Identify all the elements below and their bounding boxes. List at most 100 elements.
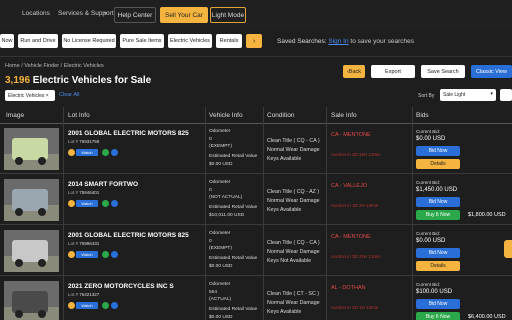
current-bid-value: $1,450.00 USD bbox=[416, 187, 458, 193]
odometer-label: Odometer bbox=[209, 180, 231, 185]
odometer-label: Odometer bbox=[209, 129, 231, 134]
star-icon bbox=[68, 149, 75, 156]
active-filter-tag[interactable]: Electric Vehicles × bbox=[5, 90, 55, 101]
vehicle-title-link[interactable]: 2001 GLOBAL ELECTRIC MOTORS 825 bbox=[68, 232, 189, 239]
sale-location-link[interactable]: CA - MENTONE bbox=[331, 132, 371, 138]
estimated-retail-value: $0.00 USD bbox=[209, 315, 233, 320]
nav-locations[interactable]: Locations bbox=[22, 10, 50, 17]
top-nav: Locations Services & Support ▾ Help Cent… bbox=[0, 0, 512, 30]
sign-in-link[interactable]: Sign In bbox=[328, 38, 348, 45]
keys-status: Keys Available bbox=[267, 207, 302, 213]
run-drive-icon bbox=[102, 149, 109, 156]
save-search-button[interactable]: Save Search bbox=[421, 65, 465, 78]
damage-type: Normal Wear Damage bbox=[267, 249, 320, 255]
watch-button[interactable]: Watch bbox=[76, 200, 98, 207]
sale-location-link[interactable]: AL - DOTHAN bbox=[331, 285, 366, 291]
buy-it-now-button[interactable]: Buy It Now bbox=[416, 210, 460, 220]
sort-by-value: Sale Light bbox=[443, 92, 466, 98]
auction-countdown: Auction in 1D 1H 13min bbox=[331, 305, 379, 310]
auction-countdown: Auction in 3D 22H 13min bbox=[331, 254, 381, 259]
lot-number: Lot # 75946401 bbox=[68, 190, 99, 195]
chip-now[interactable]: Now bbox=[0, 34, 14, 48]
lot-number: Lot # 75421327 bbox=[68, 292, 99, 297]
damage-type: Normal Wear Damage bbox=[267, 147, 320, 153]
vehicle-image[interactable] bbox=[4, 281, 59, 320]
current-bid-value: $100.00 USD bbox=[416, 289, 453, 295]
lot-label: Lot # bbox=[68, 241, 79, 246]
lot-number-value[interactable]: 75996431 bbox=[79, 241, 99, 246]
info-icon[interactable] bbox=[111, 149, 118, 156]
watch-button[interactable]: Watch bbox=[76, 302, 98, 309]
quick-filters: Now Run and Drive No License Required Pu… bbox=[0, 34, 512, 52]
breadcrumb[interactable]: Home / Vehicle Finder / Electric Vehicle… bbox=[5, 63, 104, 69]
buy-it-now-button[interactable]: Buy It Now bbox=[416, 312, 460, 320]
sale-location-link[interactable]: CA - MENTONE bbox=[331, 234, 371, 240]
keys-status: Keys Available bbox=[267, 156, 302, 162]
title-status: Clean Title ( CQ - AZ ) bbox=[267, 189, 320, 195]
info-icon[interactable] bbox=[111, 251, 118, 258]
saved-searches: Saved Searches: Sign In to save your sea… bbox=[277, 38, 414, 45]
odometer-status: (NOT ACTUAL) bbox=[209, 195, 243, 200]
estimated-retail-value: $0.00 USD bbox=[209, 264, 233, 269]
sell-your-car-button[interactable]: Sell Your Car bbox=[160, 7, 208, 23]
chip-rentals[interactable]: Rentals bbox=[216, 34, 242, 48]
bid-now-button[interactable]: Bid Now bbox=[416, 248, 460, 258]
vehicle-title-link[interactable]: 2021 ZERO MOTORCYCLES INC S bbox=[68, 283, 174, 290]
vehicle-photo bbox=[4, 230, 59, 272]
bid-now-button[interactable]: Bid Now bbox=[416, 146, 460, 156]
run-drive-icon bbox=[102, 302, 109, 309]
table-row: 2001 GLOBAL ELECTRIC MOTORS 825 Lot # 75… bbox=[0, 226, 512, 276]
sort-by-select[interactable]: Sale Light ▾ bbox=[440, 89, 496, 101]
bid-now-button[interactable]: Bid Now bbox=[416, 299, 460, 309]
col-lot-info: Lot Info bbox=[68, 112, 90, 119]
star-icon bbox=[68, 251, 75, 258]
lot-number-value[interactable]: 75946401 bbox=[79, 190, 99, 195]
chip-electric-vehicles[interactable]: Electric Vehicles bbox=[168, 34, 212, 48]
feedback-tab[interactable] bbox=[504, 240, 512, 258]
chevron-down-icon: ▾ bbox=[490, 91, 493, 97]
clear-all-link[interactable]: Clear All bbox=[59, 92, 79, 98]
chevron-down-icon: ▾ bbox=[104, 11, 108, 17]
info-icon[interactable] bbox=[111, 302, 118, 309]
chip-pure-sale-items[interactable]: Pure Sale Items bbox=[120, 34, 164, 48]
col-bids: Bids bbox=[416, 112, 429, 119]
col-vehicle-info: Vehicle Info bbox=[209, 112, 243, 119]
odometer-value: 0 bbox=[209, 137, 212, 142]
buy-now-price: $6,400.00 USD bbox=[468, 314, 506, 320]
vehicle-title-link[interactable]: 2014 SMART FORTWO bbox=[68, 181, 138, 188]
bid-now-button[interactable]: Bid Now bbox=[416, 197, 460, 207]
list-view-icon[interactable] bbox=[500, 89, 512, 101]
sale-location-link[interactable]: CA - VALLEJO bbox=[331, 183, 367, 189]
export-button[interactable]: Export bbox=[371, 65, 415, 78]
vehicle-image[interactable] bbox=[4, 128, 59, 170]
vehicle-image[interactable] bbox=[4, 230, 59, 272]
lot-number-value[interactable]: 75931759 bbox=[79, 139, 99, 144]
odometer-value: 564 bbox=[209, 290, 218, 295]
run-drive-icon bbox=[102, 200, 109, 207]
details-button[interactable]: Details bbox=[416, 159, 460, 169]
info-icon[interactable] bbox=[111, 200, 118, 207]
col-image: Image bbox=[6, 112, 25, 119]
lot-number: Lot # 75931759 bbox=[68, 139, 99, 144]
vehicle-image[interactable] bbox=[4, 179, 59, 221]
back-button[interactable]: ‹ Back bbox=[343, 65, 365, 78]
damage-type: Normal Wear Damage bbox=[267, 300, 320, 306]
chip-no-license-required[interactable]: No License Required bbox=[62, 34, 116, 48]
estimated-retail-label: Estimated Retail Value bbox=[209, 307, 258, 312]
chevron-right-icon[interactable]: › bbox=[246, 34, 262, 48]
keys-status: Keys Not Available bbox=[267, 258, 312, 264]
light-mode-toggle[interactable]: Light Mode bbox=[210, 7, 246, 23]
odometer-status: (EXEMPT) bbox=[209, 246, 232, 251]
chip-run-and-drive[interactable]: Run and Drive bbox=[18, 34, 58, 48]
watch-button[interactable]: Watch bbox=[76, 251, 98, 258]
current-bid-label: Current Bid: bbox=[416, 180, 441, 185]
col-sale-info: Sale Info bbox=[331, 112, 357, 119]
vehicle-title-link[interactable]: 2001 GLOBAL ELECTRIC MOTORS 825 bbox=[68, 130, 189, 137]
details-button[interactable]: Details bbox=[416, 261, 460, 271]
current-bid-label: Current Bid: bbox=[416, 129, 441, 134]
damage-type: Normal Wear Damage bbox=[267, 198, 320, 204]
help-center-button[interactable]: Help Center bbox=[114, 7, 156, 23]
classic-view-button[interactable]: Classic View bbox=[471, 65, 512, 78]
watch-button[interactable]: Watch bbox=[76, 149, 98, 156]
lot-number-value[interactable]: 75421327 bbox=[79, 292, 99, 297]
